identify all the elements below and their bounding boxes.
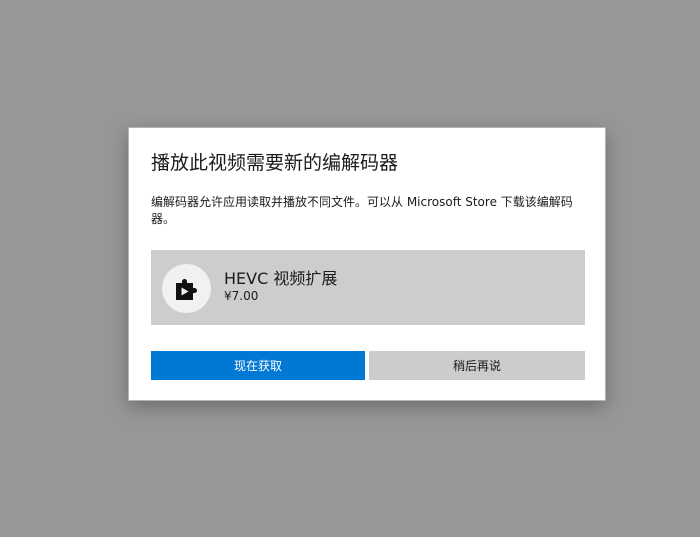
extension-card: HEVC 视频扩展 ¥7.00 [151, 250, 585, 325]
extension-icon-circle [162, 264, 211, 313]
dialog-title: 播放此视频需要新的编解码器 [151, 152, 399, 174]
extension-name: HEVC 视频扩展 [224, 269, 338, 288]
dialog-description: 编解码器允许应用读取并播放不同文件。可以从 Microsoft Store 下载… [151, 195, 573, 226]
get-now-button[interactable]: 现在获取 [151, 351, 365, 380]
codec-dialog: 播放此视频需要新的编解码器 编解码器允许应用读取并播放不同文件。可以从 Micr… [128, 127, 606, 401]
puzzle-play-icon [176, 279, 197, 300]
later-button[interactable]: 稍后再说 [369, 351, 585, 380]
extension-price: ¥7.00 [224, 289, 259, 303]
